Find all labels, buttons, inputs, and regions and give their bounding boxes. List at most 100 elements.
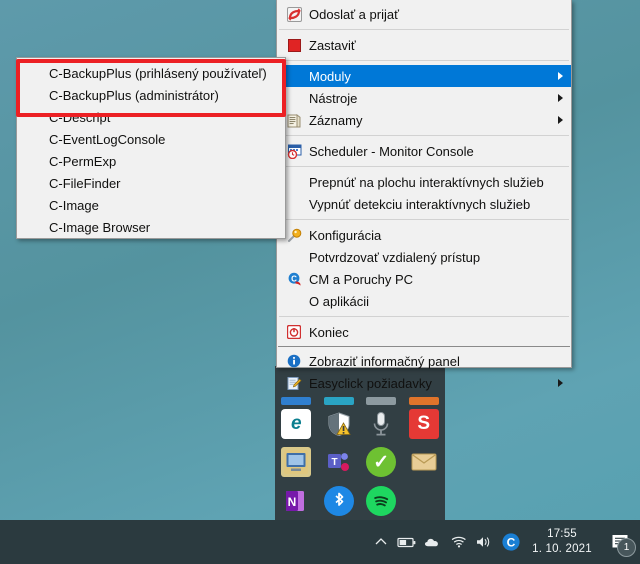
- menu-item-n-stroje[interactable]: Nástroje: [277, 87, 571, 109]
- submenu-item-label: C-EventLogConsole: [49, 131, 166, 147]
- orange-partial-icon[interactable]: [408, 396, 439, 405]
- menu-item-label: Záznamy: [309, 112, 363, 128]
- svg-text:N: N: [288, 495, 297, 509]
- remote-desktop-icon[interactable]: [281, 447, 312, 478]
- menu-item-label: O aplikácii: [309, 293, 369, 309]
- edit-icon: [287, 376, 302, 391]
- windows-taskbar: C 17:55 1. 10. 2021 1: [0, 520, 640, 564]
- menu-item-label: CM a Poruchy PC: [309, 271, 414, 287]
- no-icon: [283, 67, 305, 85]
- cm-icon: C: [283, 270, 305, 288]
- green-check-icon[interactable]: ✓: [366, 447, 397, 478]
- submenu-item-label: C-PermExp: [49, 153, 117, 169]
- system-tray: C 17:55 1. 10. 2021 1: [368, 520, 640, 564]
- edit-icon: [283, 374, 305, 392]
- log-icon: [283, 111, 305, 129]
- submenu-item-c-image[interactable]: C-Image: [17, 194, 285, 216]
- menu-item-koniec[interactable]: Koniec: [277, 321, 571, 343]
- menu-item-odosla-a-prija[interactable]: Odoslať a prijať: [277, 3, 571, 25]
- no-icon: [23, 174, 45, 192]
- submenu-item-label: C-FileFinder: [49, 175, 121, 191]
- microphone-icon[interactable]: [366, 409, 396, 439]
- menu-item-z-znamy[interactable]: Záznamy: [277, 109, 571, 131]
- submenu-arrow-icon: [558, 94, 563, 102]
- menu-separator: [278, 346, 570, 347]
- send-receive-icon: [283, 5, 305, 23]
- snagit-icon[interactable]: S: [408, 408, 439, 439]
- blue-partial-icon[interactable]: [281, 396, 312, 405]
- speaker-icon[interactable]: [472, 520, 498, 564]
- menu-item-label: Nástroje: [309, 90, 358, 106]
- submenu-arrow-icon: [558, 379, 563, 387]
- info-icon: [283, 352, 305, 370]
- teams-icon[interactable]: T: [324, 447, 354, 477]
- menu-item-konfigur-cia[interactable]: Konfigurácia: [277, 224, 571, 246]
- send-receive-icon: [286, 6, 302, 22]
- action-center-button[interactable]: 1: [600, 520, 640, 564]
- info-icon: [287, 354, 301, 368]
- menu-item-vypn-detekciu-interakt-vnych-slu-ieb[interactable]: Vypnúť detekciu interaktívnych služieb: [277, 193, 571, 215]
- menu-item-label: Koniec: [309, 324, 349, 340]
- c-circle-icon[interactable]: C: [498, 520, 524, 564]
- wifi-icon[interactable]: [446, 520, 472, 564]
- cloud-icon[interactable]: [420, 520, 446, 564]
- menu-item-label: Odoslať a prijať: [309, 6, 399, 22]
- submenu-item-label: C-Image: [49, 197, 99, 213]
- onenote-icon[interactable]: N: [281, 486, 311, 516]
- no-icon: [23, 152, 45, 170]
- submenu-item-c-permexp[interactable]: C-PermExp: [17, 150, 285, 172]
- stop-icon: [283, 36, 305, 54]
- taskbar-clock[interactable]: 17:55 1. 10. 2021: [524, 520, 600, 564]
- menu-item-prepn-na-plochu-interakt-vnych-slu-ieb[interactable]: Prepnúť na plochu interaktívnych služieb: [277, 171, 571, 193]
- menu-separator: [279, 60, 569, 61]
- notification-count-badge: 1: [617, 538, 636, 557]
- no-icon: [283, 292, 305, 310]
- menu-separator: [279, 135, 569, 136]
- menu-item-label: Prepnúť na plochu interaktívnych služieb: [309, 174, 544, 190]
- menu-item-moduly[interactable]: Moduly: [277, 65, 571, 87]
- no-icon: [283, 195, 305, 213]
- submenu-arrow-icon: [558, 116, 563, 124]
- power-icon: [283, 323, 305, 341]
- submenu-item-c-filefinder[interactable]: C-FileFinder: [17, 172, 285, 194]
- menu-separator: [279, 219, 569, 220]
- stop-icon: [287, 38, 301, 52]
- menu-item-label: Zastaviť: [309, 37, 356, 53]
- submenu-item-label: C-Image Browser: [49, 219, 151, 235]
- no-icon: [283, 89, 305, 107]
- menu-item-label: Easyclick požiadavky: [309, 375, 432, 391]
- no-icon: [23, 218, 45, 236]
- submenu-item-c-eventlogconsole[interactable]: C-EventLogConsole: [17, 128, 285, 150]
- tray-context-menu[interactable]: Odoslať a prijať Zastaviť Moduly Nástroje …: [276, 0, 572, 391]
- defender-warning-icon[interactable]: [324, 409, 354, 439]
- menu-item-label: Vypnúť detekciu interaktívnych služieb: [309, 196, 531, 212]
- no-icon: [283, 173, 305, 191]
- menu-item-potvrdzova-vzdialen-pr-stup[interactable]: Potvrdzovať vzdialený prístup: [277, 246, 571, 268]
- menu-item-scheduler-monitor-console[interactable]: Scheduler - Monitor Console: [277, 140, 571, 162]
- menu-item-easyclick-po-iadavky[interactable]: Easyclick požiadavky: [277, 372, 571, 394]
- key-icon: [283, 226, 305, 244]
- menu-item-label: Potvrdzovať vzdialený prístup: [309, 249, 481, 265]
- show-hidden-icons-chevron-icon[interactable]: [368, 520, 394, 564]
- edge-icon[interactable]: e: [281, 408, 312, 439]
- menu-item-o-aplik-cii[interactable]: O aplikácii: [277, 290, 571, 312]
- menu-item-zobrazi-informa-n-panel[interactable]: Zobraziť informačný panel: [277, 350, 571, 372]
- menu-item-cm-a-poruchy-pc[interactable]: C CM a Poruchy PC: [277, 268, 571, 290]
- no-icon: [283, 248, 305, 266]
- clock-date: 1. 10. 2021: [532, 543, 592, 555]
- grey-partial-icon[interactable]: [366, 396, 397, 405]
- menu-separator: [279, 316, 569, 317]
- scheduler-icon: [287, 144, 302, 159]
- mail-icon[interactable]: [409, 447, 439, 477]
- svg-text:T: T: [331, 457, 337, 468]
- empty-slot: [409, 486, 439, 516]
- submenu-item-c-image-browser[interactable]: C-Image Browser: [17, 216, 285, 238]
- battery-icon[interactable]: [394, 520, 420, 564]
- submenu-arrow-icon: [558, 72, 563, 80]
- menu-separator: [279, 166, 569, 167]
- bluetooth-icon[interactable]: [323, 485, 354, 516]
- menu-item-zastavi[interactable]: Zastaviť: [277, 34, 571, 56]
- menu-item-label: Moduly: [309, 68, 351, 84]
- teal-partial-icon[interactable]: [323, 396, 354, 405]
- spotify-icon[interactable]: [366, 485, 397, 516]
